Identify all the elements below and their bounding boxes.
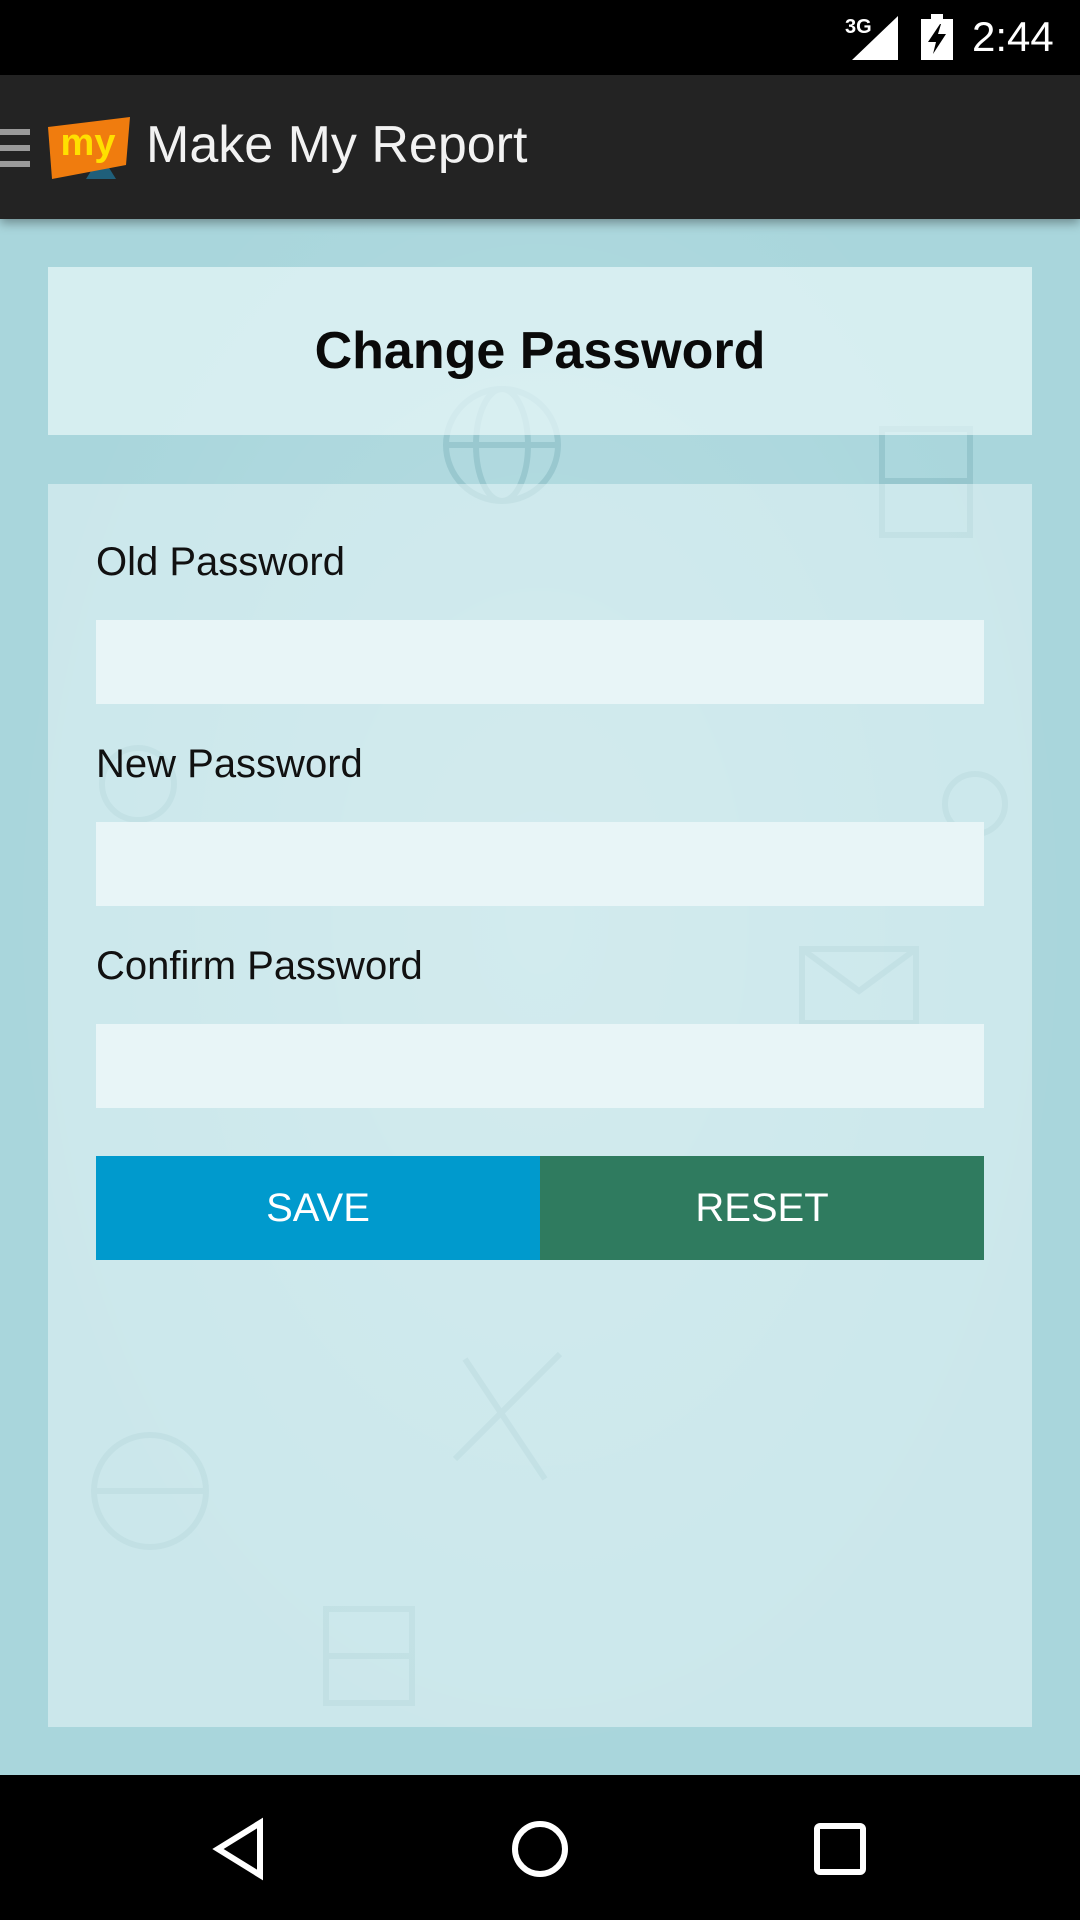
navigation-bar [0, 1775, 1080, 1920]
old-password-label: Old Password [96, 540, 345, 584]
new-password-label: New Password [96, 742, 363, 786]
save-button[interactable]: SAVE [96, 1156, 540, 1260]
status-bar: 3G 2:44 [0, 0, 1080, 75]
clock: 2:44 [972, 13, 1054, 60]
reset-button[interactable]: RESET [540, 1156, 984, 1260]
page-title: Change Password [314, 322, 766, 380]
app-title: Make My Report [146, 116, 528, 174]
battery-charging-icon [921, 14, 953, 60]
recents-icon[interactable] [808, 1817, 872, 1881]
change-password-form: Old Password New Password Confirm Passwo… [48, 484, 1032, 1727]
header-card: Change Password [48, 267, 1032, 435]
home-icon[interactable] [508, 1817, 572, 1881]
confirm-password-field[interactable] [96, 1024, 984, 1108]
old-password-field[interactable] [96, 620, 984, 704]
app-logo: my [48, 117, 130, 179]
new-password-field[interactable] [96, 822, 984, 906]
back-icon[interactable] [208, 1817, 272, 1881]
content-area: Change Password Old Password New Passwor… [0, 219, 1080, 1775]
signal-icon [852, 16, 898, 60]
app-bar: my Make My Report [0, 75, 1080, 219]
logo-text: my [61, 122, 116, 164]
hamburger-icon[interactable] [0, 127, 30, 169]
confirm-password-label: Confirm Password [96, 944, 423, 988]
